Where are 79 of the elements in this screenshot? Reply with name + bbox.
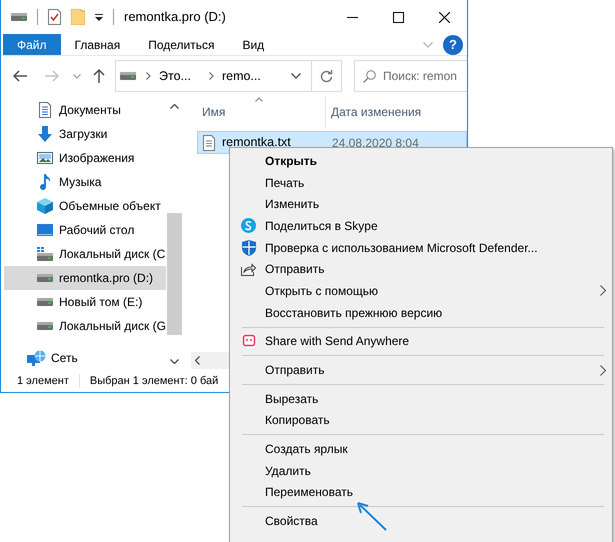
scroll-down-icon[interactable] [170, 359, 178, 364]
ribbon-tab[interactable]: Файл [3, 34, 61, 55]
ribbon-tab[interactable]: Главная [60, 34, 134, 55]
picture-frame-icon [37, 152, 53, 164]
refresh-icon[interactable] [320, 70, 333, 82]
scroll-left-icon[interactable] [195, 356, 200, 365]
nav-item[interactable]: Новый том (E:) [4, 290, 166, 314]
download-arrow-icon [37, 126, 53, 142]
file-name: remontka.txt [222, 134, 292, 152]
network-icon [27, 350, 46, 366]
help-button[interactable]: ? [443, 34, 463, 54]
column-header[interactable]: Дата изменения [326, 96, 466, 128]
dropdown-icon[interactable] [95, 13, 103, 21]
ribbon-tab[interactable]: Вид [228, 34, 278, 55]
window-title: remontka.pro (D:) [124, 8, 226, 26]
menu-item[interactable]: Создать ярлык [232, 438, 610, 460]
logo-icon [241, 218, 256, 234]
drive-icon [37, 298, 53, 306]
recent-dropdown-button[interactable] [73, 74, 81, 78]
menu-item[interactable]: Отправить [232, 359, 610, 381]
back-button[interactable] [13, 70, 27, 82]
drive-icon [11, 13, 27, 21]
nav-item[interactable]: Локальный диск (G [4, 314, 166, 338]
shield-icon [242, 240, 256, 256]
search-icon [363, 70, 376, 82]
nav-item[interactable]: Сеть [4, 346, 166, 370]
nav-item[interactable]: Музыка [4, 170, 166, 194]
share-icon [241, 262, 256, 276]
menu-item[interactable]: Изменить [232, 193, 610, 216]
item-count: 1 элемент [17, 374, 69, 389]
column-header[interactable]: Имя [197, 96, 325, 128]
search-field[interactable]: Поиск: remon [383, 67, 467, 85]
text-file-icon [203, 134, 215, 150]
selection-info: Выбран 1 элемент: 0 бай [90, 374, 218, 389]
menu-item[interactable]: Копировать [232, 410, 610, 432]
maximize-icon[interactable] [392, 12, 404, 22]
drive-icon [120, 72, 136, 80]
address-bar[interactable]: Это... remo... [115, 60, 342, 92]
menu-item[interactable]: Удалить [232, 460, 610, 482]
ribbon-tab[interactable]: Поделиться [134, 34, 228, 55]
search-box[interactable]: Поиск: remon [354, 60, 467, 92]
menu-item[interactable]: Свойства [232, 510, 610, 532]
music-note-icon [39, 174, 51, 190]
nav-item[interactable]: Локальный диск (C [4, 242, 166, 266]
chevron-right-icon [208, 72, 214, 80]
file-date: 24.08.2020 8:04 [332, 134, 419, 152]
menu-item[interactable]: Восстановить прежнюю версию [232, 302, 610, 324]
menu-item[interactable]: Открыть с помощью [232, 280, 610, 302]
breadcrumb-segment[interactable]: remo... [220, 66, 263, 86]
close-icon[interactable] [438, 12, 450, 22]
menu-item[interactable]: Переименовать [232, 482, 610, 504]
scroll-up-icon[interactable] [170, 104, 178, 109]
menu-item[interactable]: Проверка с использованием Microsoft Defender... [232, 236, 610, 258]
drive-icon [37, 322, 53, 330]
nav-item[interactable]: remontka.pro (D:) [4, 266, 166, 290]
menu-item[interactable]: Печать [232, 172, 610, 194]
notepad-check-icon[interactable] [48, 9, 61, 25]
breadcrumb-segment[interactable]: Это... [157, 66, 193, 86]
system-drive-icon [37, 247, 53, 261]
menu-item[interactable]: Отправить [232, 258, 610, 280]
chevron-right-icon [146, 72, 151, 80]
menu-item[interactable]: Поделиться в Skype [232, 215, 610, 237]
up-button[interactable] [93, 69, 105, 83]
cube-icon [37, 198, 53, 214]
nav-item[interactable]: Документы [4, 98, 166, 122]
menu-item[interactable]: Share with Send Anywhere [232, 330, 610, 352]
drive-icon [37, 274, 53, 282]
document-icon [39, 102, 51, 118]
scrollbar-thumb[interactable] [166, 213, 182, 335]
nav-item[interactable]: Загрузки [4, 122, 166, 146]
minimize-icon[interactable] [346, 16, 358, 18]
nav-item[interactable]: Изображения [4, 146, 166, 170]
dropdown-icon[interactable] [291, 73, 301, 79]
pointer-arrow [355, 500, 389, 532]
message-icon [242, 334, 256, 348]
monitor-icon [37, 223, 53, 237]
nav-item[interactable]: Рабочий стол [4, 218, 166, 242]
nav-item[interactable]: Объемные объект [4, 194, 166, 218]
menu-item[interactable]: Вырезать [232, 388, 610, 410]
